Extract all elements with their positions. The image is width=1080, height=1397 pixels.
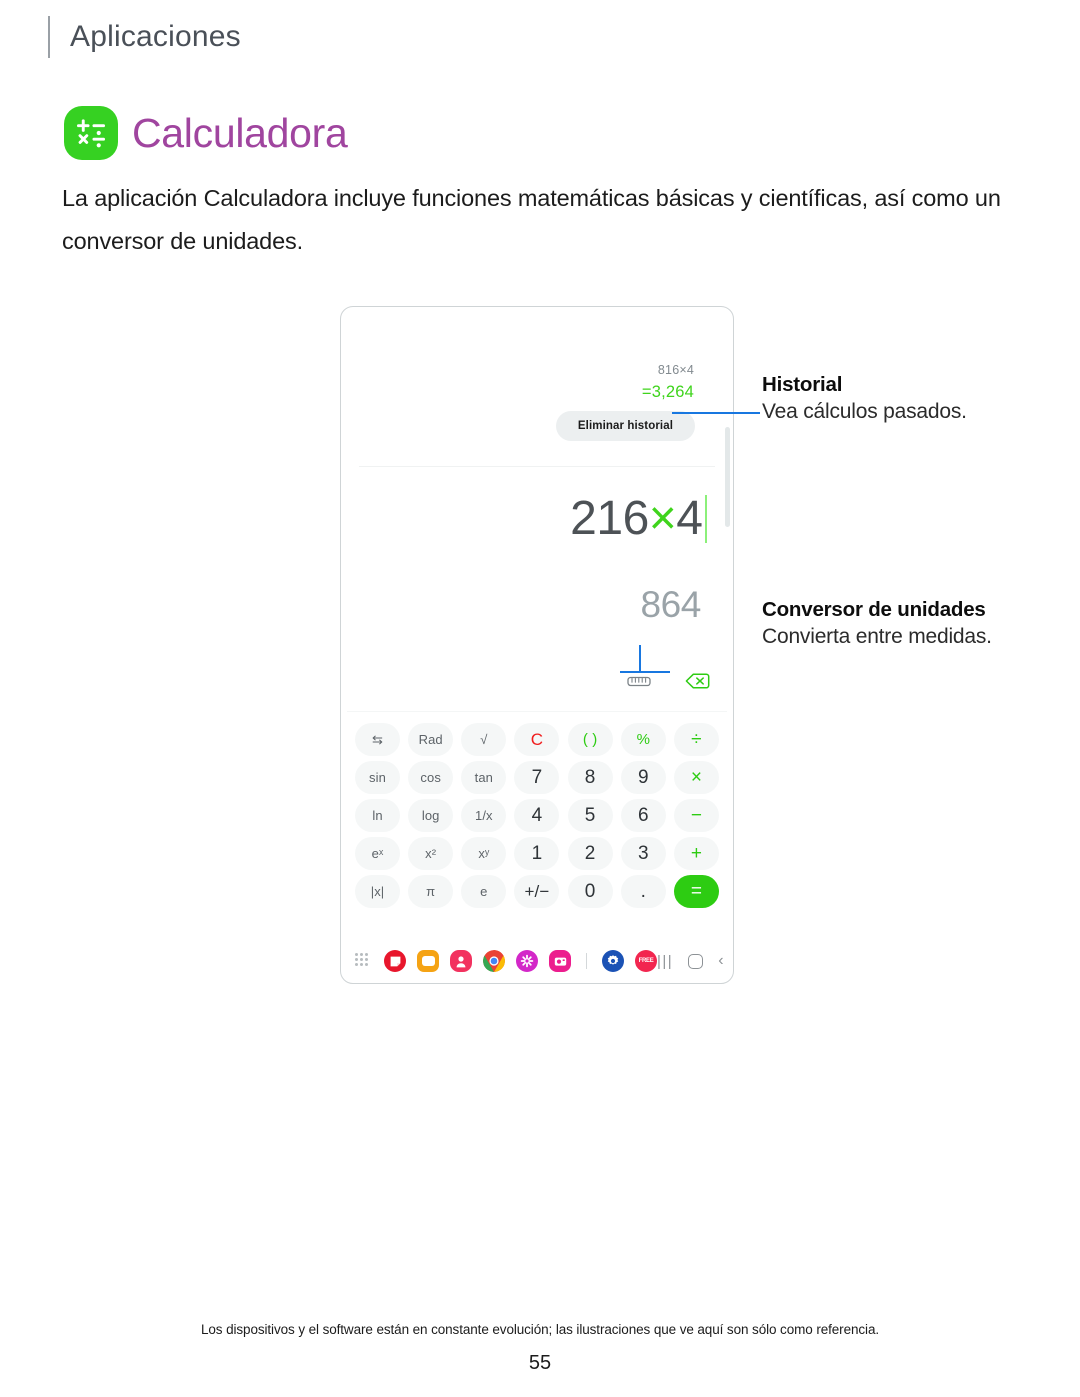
key-log[interactable]: log	[408, 799, 454, 832]
key-5[interactable]: 5	[567, 799, 613, 832]
keypad-row: |x| π e +/− 0. =	[355, 875, 719, 908]
header-divider-rule	[48, 16, 50, 58]
key-6[interactable]: 6	[620, 799, 666, 832]
taskbar-app-icons: FREE	[384, 950, 657, 972]
calculator-icon	[64, 106, 118, 160]
page-number: 55	[528, 1352, 552, 1374]
notes-icon[interactable]	[384, 950, 406, 972]
key-7[interactable]: 7	[514, 761, 560, 794]
app-title-row: Calculadora	[64, 106, 348, 160]
key-sign[interactable]: +/−	[514, 875, 560, 908]
taskbar-separator	[586, 953, 587, 969]
calculator-display: 216 × 4 864	[341, 467, 733, 712]
key-divide[interactable]: ÷	[673, 723, 719, 756]
key-parenthesis[interactable]: ( )	[567, 723, 613, 756]
keypad-row: eˣ x² xʸ 1 2 3 +	[355, 837, 719, 870]
app-description: La aplicación Calculadora incluye funcio…	[62, 185, 1001, 254]
apps-grid-icon[interactable]	[355, 953, 368, 969]
free-badge-icon[interactable]: FREE	[635, 950, 657, 972]
clear-history-button[interactable]: Eliminar historial	[555, 411, 695, 441]
key-4[interactable]: 4	[514, 799, 560, 832]
contacts-icon[interactable]	[450, 950, 472, 972]
recents-button[interactable]: |||	[657, 953, 673, 970]
backspace-icon[interactable]	[683, 667, 711, 695]
key-pi[interactable]: π	[408, 875, 454, 908]
current-expression: 216 × 4	[570, 491, 707, 546]
leader-line-converter-horizontal	[620, 671, 670, 674]
key-sqrt[interactable]: √	[461, 723, 507, 756]
key-equals[interactable]: =	[673, 875, 719, 908]
gallery-icon[interactable]	[549, 950, 571, 972]
expression-operand-2: 4	[676, 492, 703, 545]
key-sin[interactable]: sin	[355, 761, 400, 794]
key-2[interactable]: 2	[567, 837, 613, 870]
keypad-row: ⇆ Rad √ C( )% ÷	[355, 723, 719, 756]
leader-line-history	[672, 412, 760, 415]
key-8[interactable]: 8	[567, 761, 613, 794]
callout-history: Historial Vea cálculos pasados.	[762, 372, 1012, 427]
home-button[interactable]	[688, 953, 704, 969]
callout-history-title: Historial	[762, 373, 843, 396]
my-files-icon[interactable]	[417, 950, 439, 972]
key-plus[interactable]: +	[673, 837, 719, 870]
callout-history-body: Vea cálculos pasados.	[762, 400, 967, 423]
device-screenshot: 816×4 =3,264 Eliminar historial 216 × 4 86…	[340, 306, 734, 984]
callout-converter-title: Conversor de unidades	[762, 598, 986, 621]
display-divider	[347, 711, 727, 712]
keypad-row: ln log 1/x 4 5 6−	[355, 799, 719, 832]
key-exp[interactable]: eˣ	[355, 837, 400, 870]
key-clear[interactable]: C	[514, 723, 560, 756]
history-panel: 816×4 =3,264 Eliminar historial	[341, 307, 733, 467]
taskbar-nav: ||| ‹	[657, 952, 728, 970]
calculation-result: 864	[640, 584, 701, 625]
text-cursor	[704, 494, 707, 543]
snowflake-icon[interactable]	[516, 950, 538, 972]
key-minus[interactable]: −	[673, 799, 719, 832]
key-decimal[interactable]: .	[620, 875, 666, 908]
keypad-row: sin cos tan 7 8 9 ×	[355, 761, 719, 794]
history-expression: 816×4	[657, 363, 694, 377]
key-cos[interactable]: cos	[408, 761, 454, 794]
settings-icon[interactable]	[602, 950, 624, 972]
key-square[interactable]: x²	[408, 837, 454, 870]
key-multiply[interactable]: ×	[673, 761, 719, 794]
history-result: =3,264	[641, 383, 694, 401]
key-0[interactable]: 0	[567, 875, 613, 908]
key-1[interactable]: 1	[514, 837, 560, 870]
key-abs[interactable]: |x|	[355, 875, 400, 908]
key-tan[interactable]: tan	[461, 761, 507, 794]
expression-operator: ×	[648, 492, 677, 545]
key-swap[interactable]: ⇆	[355, 723, 400, 756]
key-3[interactable]: 3	[620, 837, 666, 870]
leader-line-converter-vertical	[639, 645, 642, 673]
key-reciprocal[interactable]: 1/x	[461, 799, 507, 832]
key-percent[interactable]: %	[620, 723, 666, 756]
calculator-keypad: ⇆ Rad √ C( )% ÷ sin cos tan 7 8 9 × ln log 1/x 4 5 6− eˣ x²…	[341, 712, 733, 917]
back-button[interactable]: ‹	[718, 952, 723, 970]
callout-converter-body: Convierta entre medidas.	[762, 625, 992, 648]
key-e[interactable]: e	[461, 875, 507, 908]
page-header: Aplicaciones	[48, 16, 241, 58]
device-taskbar: FREE ||| ‹	[341, 939, 733, 983]
key-ln[interactable]: ln	[355, 799, 400, 832]
expression-operand-1: 216	[570, 492, 649, 545]
chrome-icon[interactable]	[483, 950, 505, 972]
footer-disclaimer: Los dispositivos y el software están en …	[200, 1322, 880, 1337]
key-power[interactable]: xʸ	[461, 837, 507, 870]
section-title: Aplicaciones	[70, 20, 241, 53]
key-rad[interactable]: Rad	[408, 723, 454, 756]
app-title: Calculadora	[132, 109, 348, 156]
key-9[interactable]: 9	[620, 761, 666, 794]
display-scrollbar[interactable]	[725, 427, 730, 527]
callout-unit-converter: Conversor de unidades Convierta entre me…	[762, 597, 1012, 652]
